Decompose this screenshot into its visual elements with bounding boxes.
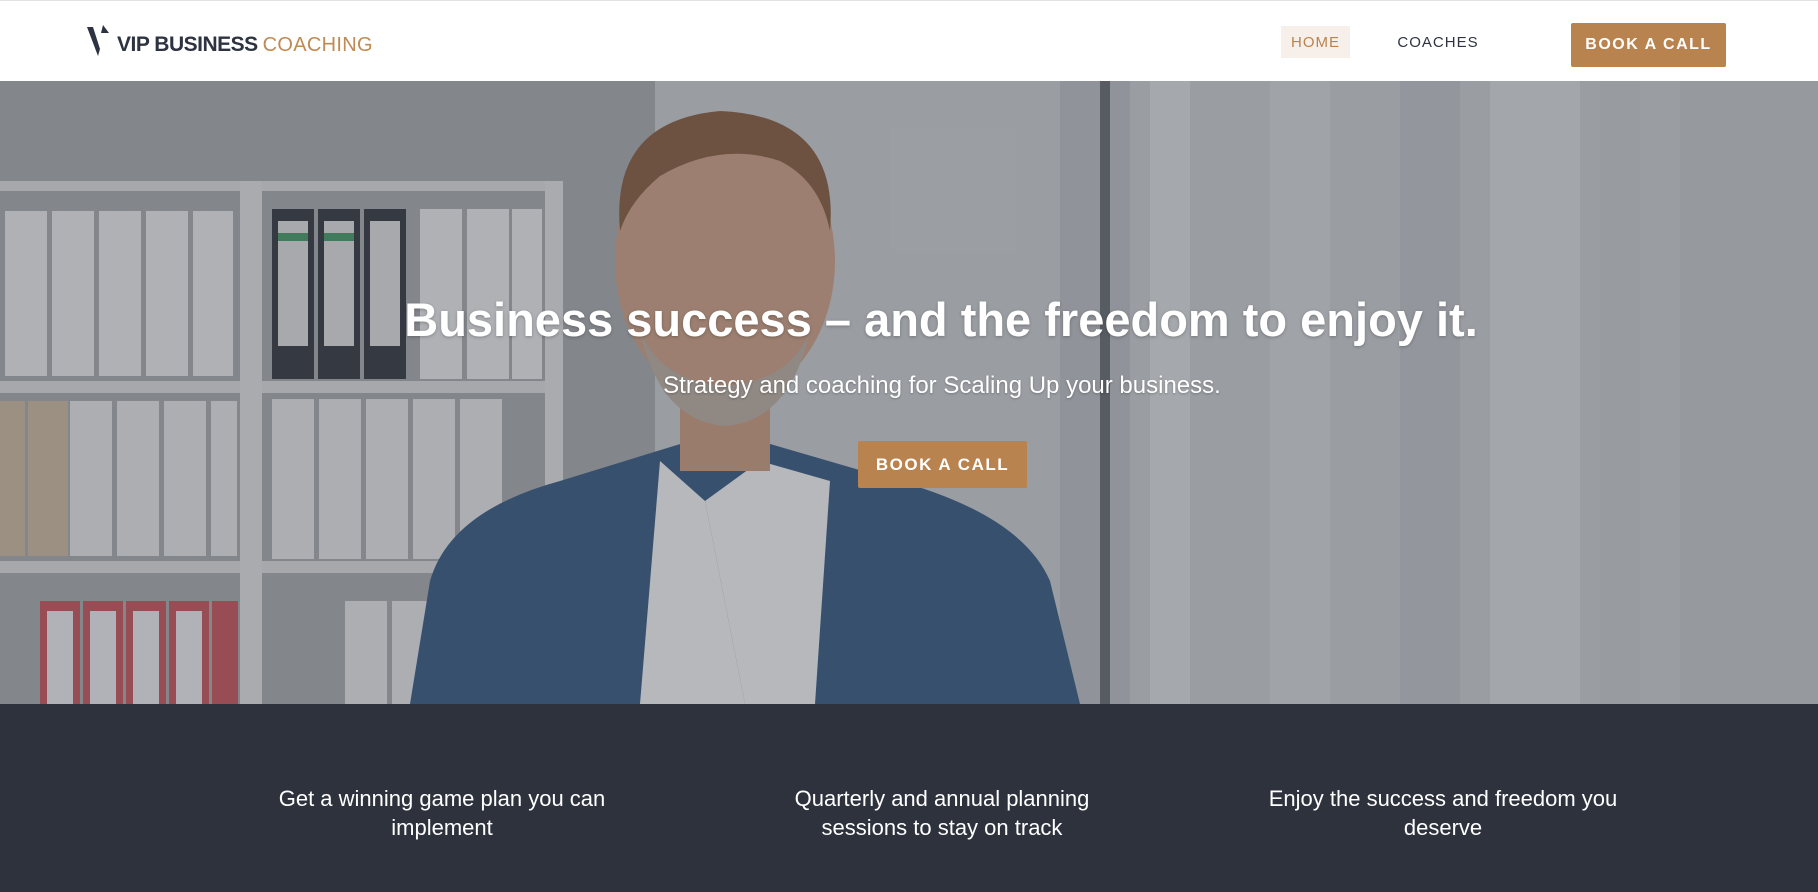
logo-mark-icon (87, 25, 109, 56)
hero-section: Business success – and the freedom to en… (0, 81, 1818, 704)
header-book-call-button[interactable]: BOOK A CALL (1571, 23, 1726, 67)
logo-text-secondary: COACHING (262, 33, 373, 56)
logo-text-primary: VIP BUSINESS (117, 33, 258, 56)
site-header: VIP BUSINESS COACHING HOME COACHES BOOK … (0, 0, 1818, 81)
feature-item: Enjoy the success and freedom you deserv… (1268, 786, 1618, 840)
hero-title: Business success – and the freedom to en… (404, 293, 1478, 346)
nav-home[interactable]: HOME (1281, 26, 1350, 58)
hero-subtitle: Strategy and coaching for Scaling Up you… (663, 372, 1221, 399)
feature-item: Quarterly and annual planning sessions t… (794, 786, 1090, 840)
nav-coaches[interactable]: COACHES (1392, 26, 1484, 58)
hero-book-call-button[interactable]: BOOK A CALL (858, 441, 1027, 488)
logo[interactable]: VIP BUSINESS COACHING (87, 25, 373, 59)
feature-item: Get a winning game plan you can implemen… (278, 786, 606, 840)
features-band: Get a winning game plan you can implemen… (0, 704, 1818, 892)
